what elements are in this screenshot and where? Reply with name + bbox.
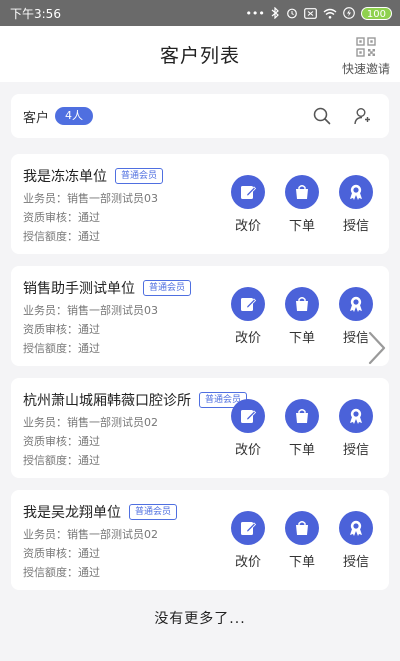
award-icon: [350, 408, 362, 424]
shopping-bag-icon: [296, 297, 308, 311]
grant-credit-label: 授信: [342, 219, 369, 234]
customer-summary-bar: 客户 4人: [11, 94, 389, 138]
chevron-right-icon[interactable]: [366, 330, 388, 366]
notification-dots: •••: [245, 6, 265, 20]
status-icons: ••• 100: [245, 6, 392, 20]
edit-icon: [241, 410, 257, 423]
edit-price-button[interactable]: 改价: [229, 399, 267, 458]
qualification-review-text: 资质审核：通过: [23, 547, 100, 560]
customer-label: 客户: [23, 110, 50, 126]
member-tag: 普通会员: [115, 168, 164, 184]
qualification-review-text: 资质审核：通过: [23, 211, 100, 224]
grant-credit-button[interactable]: 授信: [337, 175, 375, 234]
award-icon: [350, 296, 362, 312]
shopping-bag-icon: [296, 521, 308, 535]
grant-credit-label: 授信: [342, 555, 369, 570]
sim-icon: [304, 7, 317, 19]
grant-credit-label: 授信: [342, 443, 369, 458]
bluetooth-icon: [271, 7, 279, 19]
credit-limit-text: 授信额度：通过: [23, 230, 100, 243]
place-order-label: 下单: [288, 555, 315, 570]
edit-price-button[interactable]: 改价: [229, 287, 267, 346]
add-customer-icon[interactable]: [353, 107, 371, 125]
nav-bar: 客户列表 快速邀请: [0, 26, 400, 82]
search-icon[interactable]: [313, 107, 331, 125]
quick-invite-button[interactable]: 快速邀请: [342, 37, 390, 77]
credit-limit-text: 授信额度：通过: [23, 566, 100, 579]
credit-limit-text: 授信额度：通过: [23, 454, 100, 467]
customer-name: 我是吴龙翔单位: [23, 505, 121, 521]
member-tag: 普通会员: [143, 280, 192, 296]
salesperson-text: 业务员：销售一部测试员02: [23, 416, 158, 429]
shopping-bag-icon: [296, 185, 308, 199]
edit-price-label: 改价: [234, 331, 261, 346]
edit-price-label: 改价: [234, 443, 261, 458]
grant-credit-button[interactable]: 授信: [337, 399, 375, 458]
edit-price-label: 改价: [234, 555, 261, 570]
place-order-label: 下单: [288, 443, 315, 458]
member-tag: 普通会员: [129, 504, 178, 520]
page-title: 客户列表: [159, 44, 240, 67]
charging-icon: [343, 7, 355, 19]
place-order-button[interactable]: 下单: [283, 175, 321, 234]
status-time: 下午3:56: [10, 6, 61, 21]
status-bar: 下午3:56 ••• 100: [0, 0, 400, 26]
place-order-label: 下单: [288, 219, 315, 234]
customer-name: 我是冻冻单位: [23, 169, 107, 185]
quick-invite-label: 快速邀请: [341, 62, 390, 76]
customer-card[interactable]: 我是吴龙翔单位 普通会员 业务员：销售一部测试员02 资质审核：通过 授信额度：…: [11, 490, 389, 590]
qrcode-icon: [356, 37, 376, 57]
salesperson-text: 业务员：销售一部测试员03: [23, 192, 158, 205]
edit-icon: [241, 522, 257, 535]
place-order-button[interactable]: 下单: [283, 399, 321, 458]
edit-icon: [241, 186, 257, 199]
edit-icon: [241, 298, 257, 311]
alarm-icon: [287, 8, 297, 19]
place-order-button[interactable]: 下单: [283, 511, 321, 570]
edit-price-button[interactable]: 改价: [229, 511, 267, 570]
customer-count-badge: 4人: [55, 107, 94, 125]
credit-limit-text: 授信额度：通过: [23, 342, 100, 355]
no-more-text: 没有更多了...: [154, 611, 246, 627]
qualification-review-text: 资质审核：通过: [23, 435, 100, 448]
customer-list: 我是冻冻单位 普通会员 业务员：销售一部测试员03 资质审核：通过 授信额度：通…: [0, 154, 400, 590]
edit-price-button[interactable]: 改价: [229, 175, 267, 234]
shopping-bag-icon: [296, 409, 308, 423]
wifi-icon: [323, 8, 337, 19]
grant-credit-button[interactable]: 授信: [337, 511, 375, 570]
award-icon: [350, 184, 362, 200]
award-icon: [350, 520, 362, 536]
salesperson-text: 业务员：销售一部测试员02: [23, 528, 158, 541]
battery-indicator: 100: [360, 6, 392, 20]
customer-card[interactable]: 我是冻冻单位 普通会员 业务员：销售一部测试员03 资质审核：通过 授信额度：通…: [11, 154, 389, 254]
salesperson-text: 业务员：销售一部测试员03: [23, 304, 158, 317]
customer-name: 杭州萧山城厢韩薇口腔诊所: [23, 393, 191, 409]
customer-card[interactable]: 杭州萧山城厢韩薇口腔诊所 普通会员 业务员：销售一部测试员02 资质审核：通过 …: [11, 378, 389, 478]
place-order-label: 下单: [288, 331, 315, 346]
place-order-button[interactable]: 下单: [283, 287, 321, 346]
qualification-review-text: 资质审核：通过: [23, 323, 100, 336]
edit-price-label: 改价: [234, 219, 261, 234]
customer-card[interactable]: 销售助手测试单位 普通会员 业务员：销售一部测试员03 资质审核：通过 授信额度…: [11, 266, 389, 366]
customer-name: 销售助手测试单位: [23, 281, 135, 297]
